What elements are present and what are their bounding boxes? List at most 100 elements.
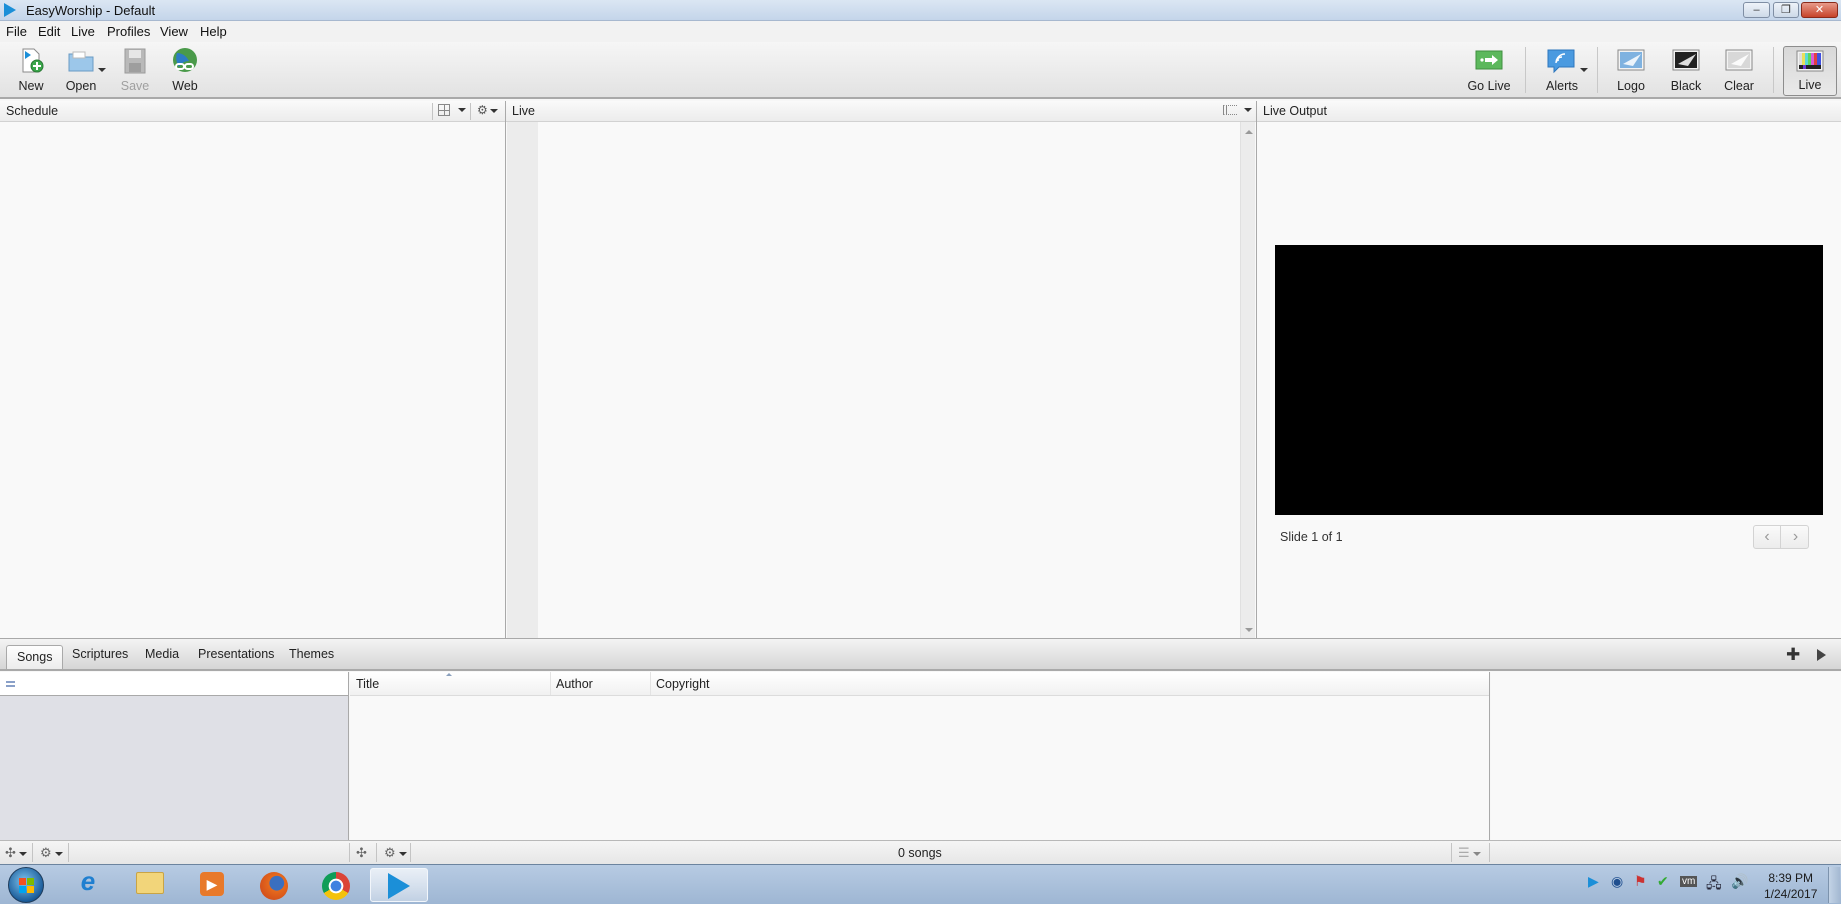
easyworship-icon xyxy=(371,873,427,902)
alerts-bubble-icon xyxy=(1547,49,1575,74)
song-list[interactable]: Title Author Copyright xyxy=(350,672,1490,840)
previous-slide-button[interactable]: ‹ xyxy=(1754,526,1781,548)
logo-button[interactable]: Logo xyxy=(1608,46,1654,96)
library-footer: ✣ ⚙ ✣ ⚙ 0 songs ☰ xyxy=(0,840,1841,864)
schedule-view-button[interactable] xyxy=(438,104,467,118)
tab-songs[interactable]: Songs xyxy=(6,645,64,669)
clock-time: 8:39 PM xyxy=(1768,871,1814,885)
plus-icon: ✣ xyxy=(5,845,16,860)
plus-icon: ✚ xyxy=(1786,645,1801,664)
start-button[interactable] xyxy=(8,867,44,903)
next-slide-button[interactable]: › xyxy=(1782,526,1809,548)
column-copyright[interactable]: Copyright xyxy=(656,677,710,691)
taskbar-file-explorer[interactable] xyxy=(126,868,174,902)
column-divider[interactable] xyxy=(650,672,651,695)
logo-label: Logo xyxy=(1617,79,1645,93)
footer-separator xyxy=(1489,843,1490,862)
chevron-down-icon xyxy=(489,108,498,113)
clear-button[interactable]: Clear xyxy=(1716,46,1762,96)
minimize-icon: – xyxy=(1753,4,1760,16)
filter-settings-button[interactable]: ⚙ xyxy=(40,845,63,861)
vmware-tray-icon[interactable]: vm xyxy=(1680,876,1698,887)
go-live-button[interactable]: Go Live xyxy=(1464,46,1514,96)
tab-media[interactable]: Media xyxy=(145,647,179,661)
schedule-settings-button[interactable]: ⚙ xyxy=(477,103,498,117)
quicktime-tray-icon[interactable]: ◉ xyxy=(1611,873,1623,890)
show-desktop-button[interactable] xyxy=(1828,867,1840,903)
column-divider[interactable] xyxy=(550,672,551,695)
chevron-down-icon xyxy=(18,851,27,856)
taskbar-easyworship[interactable] xyxy=(370,868,428,902)
header-separator xyxy=(470,103,471,120)
go-live-label: Go Live xyxy=(1467,79,1511,93)
live-slide-gutter xyxy=(507,122,538,638)
clear-screen-icon xyxy=(1725,49,1753,71)
save-button[interactable]: Save xyxy=(114,46,156,96)
open-dropdown-icon[interactable] xyxy=(98,68,106,72)
add-tab-button[interactable]: ✚ xyxy=(1786,645,1800,665)
restore-icon: ❐ xyxy=(1781,4,1791,16)
column-title[interactable]: Title xyxy=(356,677,379,691)
live-output-header: Live Output xyxy=(1257,101,1841,122)
chevron-down-icon xyxy=(458,108,467,113)
alerts-button[interactable]: Alerts xyxy=(1536,46,1598,96)
schedule-title: Schedule xyxy=(6,104,59,118)
slide-nav: ‹ › xyxy=(1753,525,1809,549)
play-button[interactable] xyxy=(1817,649,1826,661)
network-icon[interactable]: 🖧 xyxy=(1706,873,1722,897)
usb-safely-remove-icon[interactable]: ✔ xyxy=(1657,873,1669,890)
minimize-button[interactable]: – xyxy=(1743,2,1770,18)
black-screen-icon xyxy=(1672,49,1700,71)
filter-icon xyxy=(6,681,15,687)
scroll-up-icon[interactable] xyxy=(1245,130,1253,134)
add-song-button[interactable]: ✣ xyxy=(356,845,367,861)
footer-separator xyxy=(68,843,69,862)
list-view-button[interactable]: ☰ xyxy=(1458,845,1481,861)
tab-presentations[interactable]: Presentations xyxy=(198,647,274,661)
clear-label: Clear xyxy=(1724,79,1754,93)
list-view-icon: ☰ xyxy=(1458,845,1470,860)
footer-separator xyxy=(376,843,377,862)
system-clock[interactable]: 8:39 PM 1/24/2017 xyxy=(1764,870,1817,902)
web-button[interactable]: Web xyxy=(164,46,206,96)
menu-help[interactable]: Help xyxy=(200,24,227,39)
chevron-left-icon: ‹ xyxy=(1764,528,1770,545)
clock-date: 1/24/2017 xyxy=(1764,887,1818,901)
open-button[interactable]: Open xyxy=(58,46,106,96)
scroll-down-icon[interactable] xyxy=(1245,628,1253,632)
column-author[interactable]: Author xyxy=(556,677,593,691)
menu-view[interactable]: View xyxy=(160,24,188,39)
live-view-button[interactable] xyxy=(1223,104,1253,118)
live-toggle-button[interactable]: Live xyxy=(1783,46,1837,96)
song-settings-button[interactable]: ⚙ xyxy=(384,845,407,861)
volume-icon[interactable]: 🔊 xyxy=(1731,873,1748,890)
live-slides-area[interactable] xyxy=(506,122,1256,638)
menu-edit[interactable]: Edit xyxy=(38,24,60,39)
close-button[interactable]: ✕ xyxy=(1801,2,1838,18)
black-button[interactable]: Black xyxy=(1663,46,1709,96)
song-filter-search[interactable] xyxy=(0,672,348,696)
easyworship-tray-icon[interactable]: ▶ xyxy=(1588,873,1599,890)
footer-separator xyxy=(410,843,411,862)
taskbar-firefox[interactable] xyxy=(250,868,298,902)
tab-scriptures[interactable]: Scriptures xyxy=(72,647,128,661)
alerts-dropdown-icon[interactable] xyxy=(1580,68,1588,72)
gear-icon: ⚙ xyxy=(477,103,488,117)
add-filter-button[interactable]: ✣ xyxy=(5,845,27,861)
live-scrollbar[interactable] xyxy=(1240,122,1255,638)
menu-file[interactable]: File xyxy=(6,24,27,39)
new-button[interactable]: New xyxy=(10,46,52,96)
plus-icon: ✣ xyxy=(356,845,367,860)
taskbar-internet-explorer[interactable]: e xyxy=(64,866,112,902)
schedule-list[interactable] xyxy=(0,122,506,638)
library-tab-bar: Songs Scriptures Media Presentations The… xyxy=(0,638,1841,671)
action-center-flag-icon[interactable]: ⚑ xyxy=(1634,873,1647,890)
folder-icon xyxy=(126,872,174,897)
menu-live[interactable]: Live xyxy=(71,24,95,39)
taskbar-chrome[interactable] xyxy=(312,868,360,902)
menu-profiles[interactable]: Profiles xyxy=(107,24,150,39)
taskbar-media-player[interactable]: ▶ xyxy=(188,868,236,902)
tab-themes[interactable]: Themes xyxy=(289,647,334,661)
logo-screen-icon xyxy=(1617,49,1645,71)
restore-button[interactable]: ❐ xyxy=(1773,2,1799,18)
